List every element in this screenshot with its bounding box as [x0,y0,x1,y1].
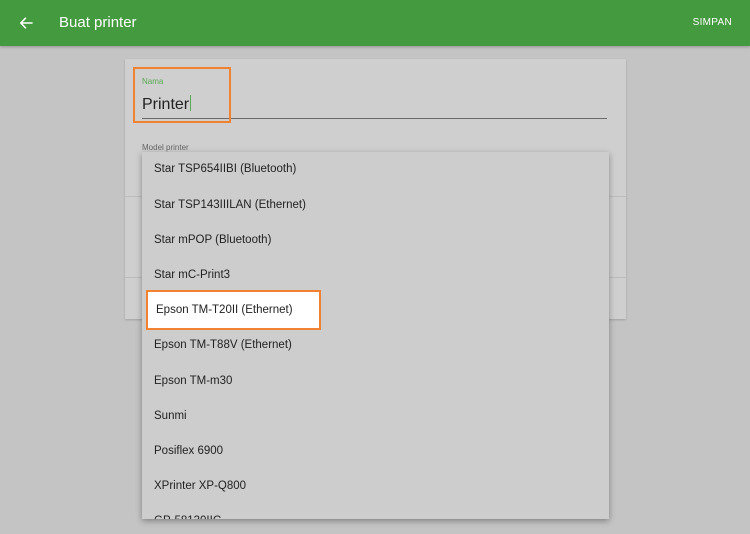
name-field-label: Nama [142,77,164,86]
save-button[interactable]: SIMPAN [693,17,732,28]
dropdown-option[interactable]: Star TSP654IIBI (Bluetooth) [142,152,609,187]
back-button[interactable] [12,9,40,37]
dropdown-option[interactable]: Star mPOP (Bluetooth) [142,223,609,258]
dropdown-option[interactable]: Posiflex 6900 [142,434,609,469]
dropdown-option[interactable]: Star TSP143IIILAN (Ethernet) [142,188,609,223]
dropdown-option[interactable]: GP-58130IIC [142,504,609,519]
text-caret [190,95,192,111]
name-input-value: Printer [142,96,190,113]
dropdown-option[interactable]: Epson TM-T20II (Ethernet) [142,293,609,328]
name-input[interactable]: Printer [142,94,607,116]
dropdown-option[interactable]: Star mC-Print3 [142,258,609,293]
dropdown-option[interactable]: XPrinter XP-Q800 [142,469,609,504]
dropdown-option[interactable]: Epson TM-T88V (Ethernet) [142,328,609,363]
model-printer-label: Model printer [142,143,189,152]
dropdown-option[interactable]: Epson TM-m30 [142,364,609,399]
printer-model-dropdown[interactable]: Star TSP654IIBI (Bluetooth) Star TSP143I… [142,152,609,519]
app-bar: Buat printer SIMPAN [0,0,750,46]
page-title: Buat printer [59,14,137,31]
arrow-left-icon [20,17,33,29]
name-input-underline [142,118,607,119]
dropdown-option[interactable]: Sunmi [142,399,609,434]
